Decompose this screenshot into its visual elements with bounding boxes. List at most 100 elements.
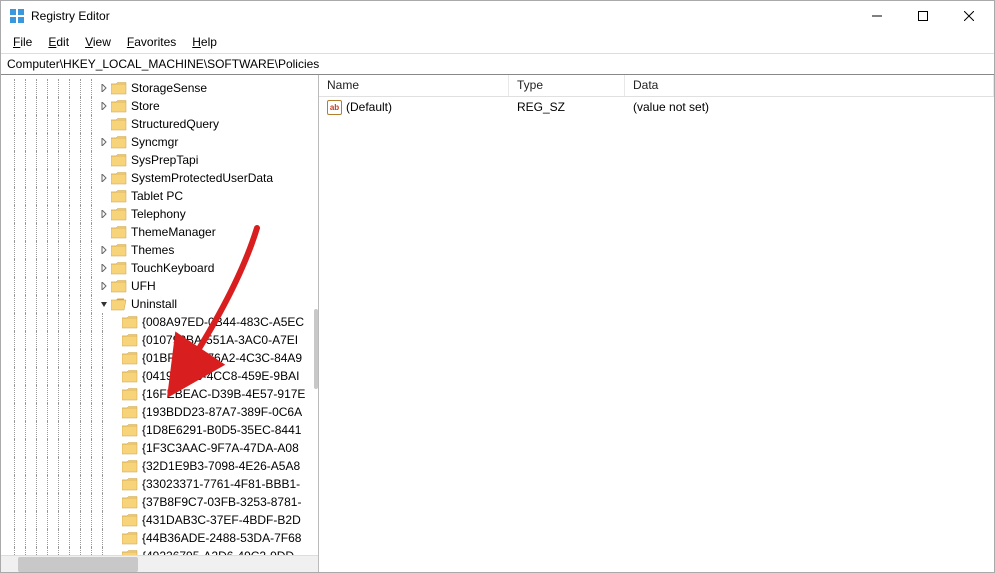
menu-edit[interactable]: Edit [42,34,75,50]
window-controls [854,1,992,31]
expander-placeholder [108,441,122,455]
chevron-right-icon[interactable] [97,99,111,113]
expander-placeholder [108,531,122,545]
expander-placeholder [108,333,122,347]
folder-icon [111,225,127,239]
value-type-cell: REG_SZ [509,100,625,114]
content-area: StorageSenseStore StructuredQuery Syncmgr S… [1,75,994,572]
tree-item[interactable]: {1D8E6291-B0D5-35EC-8441 [9,421,318,439]
expander-placeholder [108,423,122,437]
tree-horizontal-scrollbar[interactable] [1,555,318,572]
title-bar: Registry Editor [1,1,994,31]
tree-item[interactable]: Tablet PC [9,187,318,205]
tree-item-label: {01BF1E7F-76A2-4C3C-84A9 [142,351,302,365]
tree-item[interactable]: Telephony [9,205,318,223]
tree-item[interactable]: {33023371-7761-4F81-BBB1- [9,475,318,493]
tree-item[interactable]: ThemeManager [9,223,318,241]
folder-icon [122,477,138,491]
tree-item[interactable]: StructuredQuery [9,115,318,133]
folder-icon [122,495,138,509]
tree-item[interactable]: Themes [9,241,318,259]
tree-item-label: {010792BA-551A-3AC0-A7EI [142,333,298,347]
tree-item-label: ThemeManager [131,225,216,239]
expander-placeholder [108,513,122,527]
chevron-down-icon[interactable] [97,297,111,311]
tree-item[interactable]: {193BDD23-87A7-389F-0C6A [9,403,318,421]
tree-item[interactable]: UFH [9,277,318,295]
chevron-right-icon[interactable] [97,207,111,221]
tree-vertical-scroll-indicator[interactable] [314,309,318,389]
address-text: Computer\HKEY_LOCAL_MACHINE\SOFTWARE\Pol… [7,57,319,71]
scrollbar-thumb[interactable] [18,557,138,572]
tree-item-label: TouchKeyboard [131,261,214,275]
tree-item[interactable]: StorageSense [9,79,318,97]
folder-icon [122,531,138,545]
folder-icon [122,441,138,455]
chevron-right-icon[interactable] [97,135,111,149]
menu-file[interactable]: File [7,34,38,50]
tree-item-label: SystemProtectedUserData [131,171,273,185]
folder-icon [122,369,138,383]
chevron-right-icon[interactable] [97,171,111,185]
values-pane[interactable]: Name Type Data ab(Default)REG_SZ(value n… [319,75,994,572]
folder-icon [111,117,127,131]
close-button[interactable] [946,1,992,31]
column-data[interactable]: Data [625,75,994,96]
tree-item-label: StructuredQuery [131,117,219,131]
tree-item[interactable]: {008A97ED-0B44-483C-A5EC [9,313,318,331]
maximize-button[interactable] [900,1,946,31]
tree-item-label: {0419A0C0-4CC8-459E-9BAI [142,369,299,383]
chevron-right-icon[interactable] [97,243,111,257]
tree-item[interactable]: SystemProtectedUserData [9,169,318,187]
tree-item-label: Uninstall [131,297,177,311]
tree-item[interactable]: {16FEBEAC-D39B-4E57-917E [9,385,318,403]
menu-help[interactable]: Help [186,34,223,50]
tree-item[interactable]: Uninstall [9,295,318,313]
tree-item-label: {33023371-7761-4F81-BBB1- [142,477,300,491]
tree-item[interactable]: Syncmgr [9,133,318,151]
tree-item[interactable]: {37B8F9C7-03FB-3253-8781- [9,493,318,511]
menu-favorites[interactable]: Favorites [121,34,182,50]
tree-item-label: {37B8F9C7-03FB-3253-8781- [142,495,301,509]
expander-placeholder [97,117,111,131]
tree-item[interactable]: {431DAB3C-37EF-4BDF-B2D [9,511,318,529]
expander-placeholder [108,315,122,329]
chevron-right-icon[interactable] [97,279,111,293]
expander-placeholder [108,405,122,419]
folder-icon [122,459,138,473]
folder-icon [122,351,138,365]
minimize-button[interactable] [854,1,900,31]
expander-placeholder [108,495,122,509]
tree-item[interactable]: {0419A0C0-4CC8-459E-9BAI [9,367,318,385]
chevron-right-icon[interactable] [97,81,111,95]
tree-item-label: {1F3C3AAC-9F7A-47DA-A08 [142,441,299,455]
folder-icon [111,171,127,185]
folder-icon [111,189,127,203]
tree-item[interactable]: {44B36ADE-2488-53DA-7F68 [9,529,318,547]
tree-item[interactable]: {1F3C3AAC-9F7A-47DA-A08 [9,439,318,457]
folder-icon [122,513,138,527]
column-name[interactable]: Name [319,75,509,96]
tree-item[interactable]: Store [9,97,318,115]
folder-icon [122,315,138,329]
window-title: Registry Editor [31,9,110,23]
menu-view[interactable]: View [79,34,117,50]
tree-item[interactable]: {32D1E9B3-7098-4E26-A5A8 [9,457,318,475]
folder-icon [111,261,127,275]
tree-item-label: {32D1E9B3-7098-4E26-A5A8 [142,459,300,473]
value-data-cell: (value not set) [625,100,994,114]
folder-icon [122,423,138,437]
tree-pane[interactable]: StorageSenseStore StructuredQuery Syncmgr S… [1,75,319,572]
folder-icon [111,81,127,95]
address-bar[interactable]: Computer\HKEY_LOCAL_MACHINE\SOFTWARE\Pol… [1,53,994,75]
tree-item[interactable]: {010792BA-551A-3AC0-A7EI [9,331,318,349]
tree-item[interactable]: TouchKeyboard [9,259,318,277]
folder-icon [111,153,127,167]
chevron-right-icon[interactable] [97,261,111,275]
tree-item[interactable]: {01BF1E7F-76A2-4C3C-84A9 [9,349,318,367]
value-row[interactable]: ab(Default)REG_SZ(value not set) [319,97,994,117]
tree-item-label: SysPrepTapi [131,153,198,167]
tree-item[interactable]: SysPrepTapi [9,151,318,169]
app-icon [9,8,25,24]
column-type[interactable]: Type [509,75,625,96]
